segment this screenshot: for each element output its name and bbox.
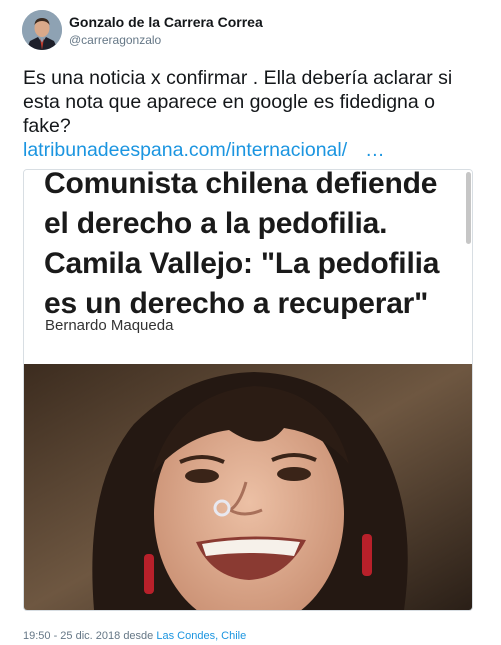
author-name[interactable]: Gonzalo de la Carrera Correa <box>69 14 263 30</box>
link-preview-card[interactable]: Comunista chilena defiende el derecho a … <box>23 169 473 611</box>
tweet-text: Es una noticia x confirmar . Ella deberí… <box>23 67 453 137</box>
tweet-link-row: latribunadeespana.com/internacional/ … <box>23 138 483 162</box>
author-handle[interactable]: @carreragonzalo <box>69 33 161 47</box>
card-header: Comunista chilena defiende el derecho a … <box>24 170 472 364</box>
tweet-timestamp[interactable]: 19:50 - 25 dic. 2018 <box>23 630 120 642</box>
author-avatar[interactable] <box>22 10 62 50</box>
link-ellipsis[interactable]: … <box>365 139 385 161</box>
tweet-source-prefix: desde <box>123 630 154 642</box>
avatar-photo <box>22 10 62 50</box>
card-headline: Comunista chilena defiende el derecho a … <box>44 169 440 320</box>
tweet-location[interactable]: Las Condes, Chile <box>156 630 246 642</box>
card-byline: Bernardo Maqueda <box>45 317 174 334</box>
tweet-link[interactable]: latribunadeespana.com/internacional/ <box>23 139 347 161</box>
tweet-meta: 19:50 - 25 dic. 2018 desde Las Condes, C… <box>23 630 246 642</box>
card-photo <box>24 364 472 610</box>
card-scrollbar[interactable] <box>466 172 471 244</box>
